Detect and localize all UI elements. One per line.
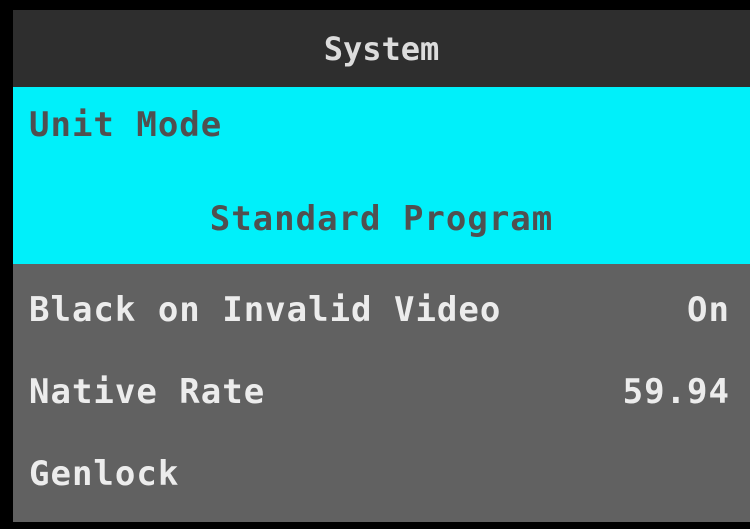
- menu-screen: System Unit Mode Standard Program Black …: [0, 0, 750, 529]
- menu-item-black-on-invalid-video[interactable]: Black on Invalid Video On: [13, 264, 750, 346]
- native-rate-value: 59.94: [622, 372, 730, 412]
- unit-mode-value: Standard Program: [209, 199, 554, 239]
- menu-item-native-rate[interactable]: Native Rate 59.94: [13, 346, 750, 428]
- unit-mode-label: Unit Mode: [29, 105, 223, 145]
- menu-item-genlock[interactable]: Genlock: [13, 428, 750, 510]
- menu-title-bar: System: [13, 10, 750, 87]
- menu-item-unit-mode[interactable]: Unit Mode Standard Program: [13, 87, 750, 264]
- black-on-invalid-video-label: Black on Invalid Video: [29, 290, 502, 330]
- black-on-invalid-video-value: On: [687, 290, 730, 330]
- genlock-label: Genlock: [29, 454, 180, 494]
- native-rate-label: Native Rate: [29, 372, 266, 412]
- menu-list: Black on Invalid Video On Native Rate 59…: [13, 264, 750, 522]
- menu-title: System: [323, 29, 440, 68]
